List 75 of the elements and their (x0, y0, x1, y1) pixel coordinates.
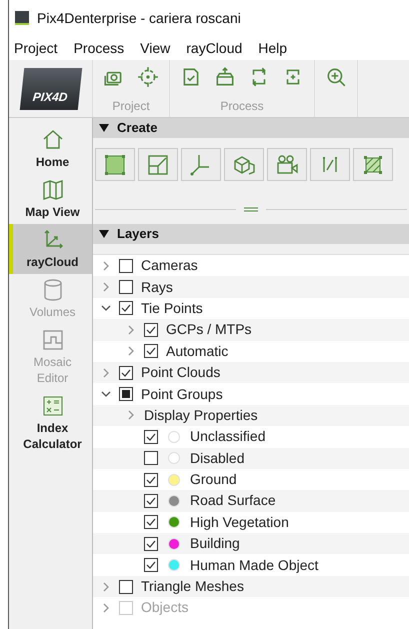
create-tool-button[interactable] (95, 148, 135, 181)
measure-box-icon (146, 152, 170, 176)
create-tool-button[interactable] (310, 148, 350, 181)
class-label: Disabled (190, 448, 244, 468)
checkbox[interactable] (144, 322, 158, 337)
logo-text: PIX4D (31, 88, 68, 106)
class-label: Ground (190, 470, 237, 490)
collapse-chevron-icon[interactable] (101, 389, 111, 400)
expand-chevron-icon[interactable] (101, 368, 111, 378)
toolbar-group-label: Project (112, 98, 150, 115)
window-title: Pix4Denterprise - cariera roscani (37, 8, 241, 28)
zoom-in-icon[interactable] (325, 66, 347, 88)
collapse-chevron-icon[interactable] (101, 303, 111, 314)
app-icon (15, 11, 29, 25)
expand-chevron-icon[interactable] (101, 582, 111, 592)
create-tool-button[interactable] (181, 148, 221, 181)
class-label: Human Made Object (190, 556, 318, 575)
sidebar-item[interactable]: rayCloud (9, 224, 92, 274)
menu-item[interactable]: Process (74, 38, 124, 58)
menu-item[interactable]: Project (14, 38, 58, 58)
class-label: Road Surface (190, 491, 276, 510)
target-icon[interactable] (137, 66, 159, 88)
menu-item[interactable]: View (140, 38, 170, 58)
create-tool-button[interactable] (224, 148, 264, 181)
layer-label: Objects (141, 598, 188, 618)
layer-label: Tie Points (141, 298, 203, 318)
expand-chevron-icon[interactable] (101, 282, 111, 292)
checkbox[interactable] (144, 430, 158, 444)
checkbox[interactable] (119, 301, 133, 316)
class-label: Unclassified (190, 427, 266, 446)
expand-chevron-icon[interactable] (126, 346, 136, 356)
expand-chevron-icon[interactable] (126, 410, 136, 420)
toolbar-group-label: Process (220, 98, 264, 115)
checkbox[interactable] (144, 536, 158, 551)
checkbox[interactable] (119, 387, 133, 402)
layer-label: Point Clouds (141, 363, 220, 382)
layer-label: Automatic (166, 342, 228, 361)
checkbox[interactable] (144, 558, 158, 572)
video-camera-icon (275, 152, 299, 176)
layer-label: Rays (141, 278, 173, 297)
splitter-handle-icon[interactable] (244, 207, 258, 212)
checkbox[interactable] (144, 472, 158, 487)
checkbox[interactable] (144, 344, 158, 358)
checkbox[interactable] (144, 451, 158, 466)
folder-label: Display Properties (144, 406, 258, 425)
collapse-triangle-icon[interactable] (99, 230, 109, 238)
menu-item[interactable]: rayCloud (186, 38, 242, 58)
section-title: Create (117, 119, 158, 138)
checkbox[interactable] (119, 366, 133, 380)
create-tool-button[interactable] (138, 148, 178, 181)
create-tool-button[interactable] (353, 148, 393, 181)
expand-chevron-icon[interactable] (126, 324, 136, 335)
sidebar-item[interactable]: Map View (9, 174, 92, 224)
rectangle-icon (103, 152, 127, 176)
checkbox[interactable] (119, 580, 133, 594)
sidebar-item[interactable]: Index Calculator (9, 390, 92, 456)
menu-item[interactable]: Help (258, 38, 288, 58)
create-tool-button[interactable] (267, 148, 307, 181)
layer-label: Triangle Meshes (141, 577, 244, 596)
sidebar-item[interactable]: Home (9, 124, 92, 174)
map-icon (40, 178, 64, 202)
tray-icon[interactable] (214, 66, 236, 88)
layer-label: Point Groups (141, 384, 223, 404)
collapse-triangle-icon[interactable] (99, 124, 109, 132)
calc-icon (40, 394, 64, 418)
checkbox[interactable] (119, 280, 133, 294)
layer-label: Cameras (141, 256, 198, 276)
checkbox[interactable] (119, 258, 133, 273)
class-label: Building (190, 534, 240, 554)
section-title: Layers (117, 225, 159, 244)
class-label: High Vegetation (190, 512, 289, 532)
layer-label: GCPs / MTPs (166, 320, 252, 340)
expand-chevron-icon[interactable] (101, 260, 111, 271)
checkbox[interactable] (144, 494, 158, 508)
checkbox[interactable] (144, 515, 158, 530)
